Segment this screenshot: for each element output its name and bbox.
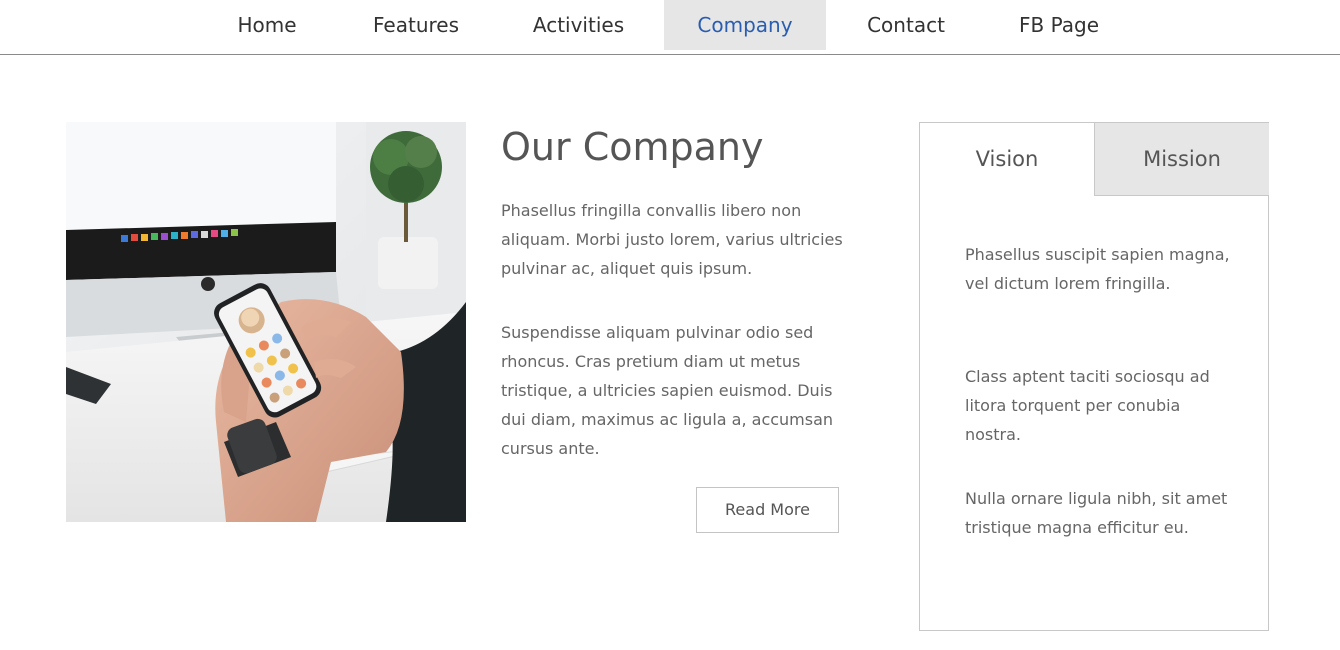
vision-paragraph-2: Class aptent taciti sociosqu ad litora t…: [965, 367, 1210, 444]
company-paragraph-1: Phasellus fringilla convallis libero non…: [501, 201, 843, 278]
nav-item-fb-page[interactable]: FB Page: [1010, 0, 1108, 50]
top-navigation: Home Features Activities Company Contact…: [0, 0, 1340, 55]
company-photo: [66, 122, 466, 522]
tab-vision[interactable]: Vision: [920, 123, 1094, 196]
read-more-button[interactable]: Read More: [696, 487, 839, 533]
nav-item-contact[interactable]: Contact: [860, 0, 952, 50]
nav-item-features[interactable]: Features: [365, 0, 467, 50]
vision-mission-tabs: Vision Mission Phasellus suscipit sapien…: [919, 122, 1269, 631]
vision-paragraph-1: Phasellus suscipit sapien magna, vel dic…: [965, 245, 1230, 293]
nav-item-company[interactable]: Company: [664, 0, 826, 50]
vision-paragraph-3: Nulla ornare ligula nibh, sit amet trist…: [965, 489, 1228, 537]
nav-item-activities[interactable]: Activities: [527, 0, 630, 50]
nav-item-home[interactable]: Home: [228, 0, 306, 50]
tab-mission[interactable]: Mission: [1094, 123, 1269, 196]
company-title: Our Company: [501, 125, 764, 169]
phone-in-hands-illustration: [66, 122, 466, 522]
company-paragraph-2: Suspendisse aliquam pulvinar odio sed rh…: [501, 323, 834, 458]
